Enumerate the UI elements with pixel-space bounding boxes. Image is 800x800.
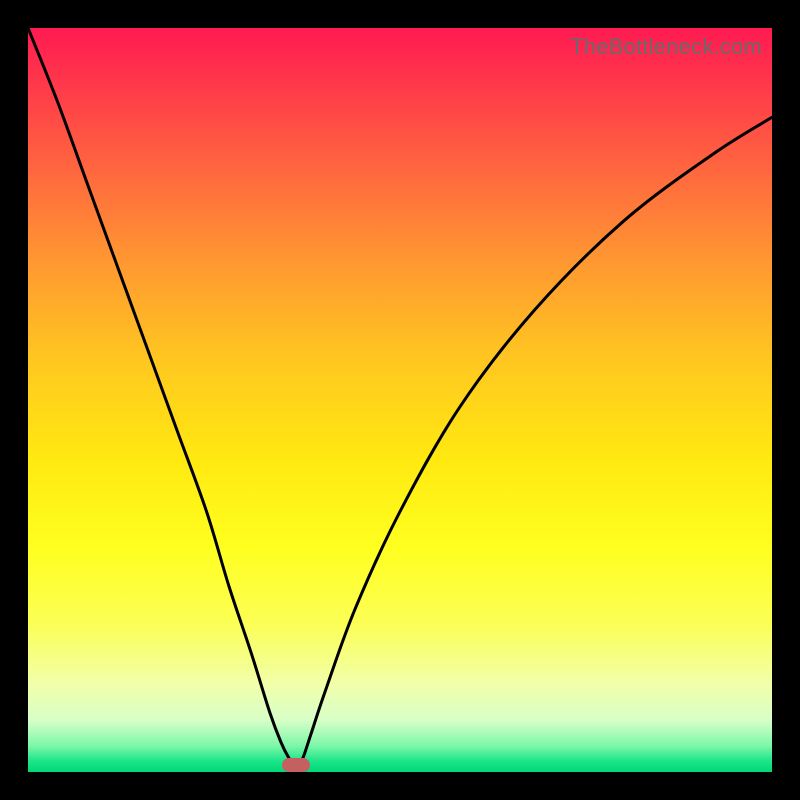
curve-svg <box>28 28 772 772</box>
chart-frame: TheBottleneck.com <box>0 0 800 800</box>
bottleneck-curve <box>28 28 772 765</box>
watermark-text: TheBottleneck.com <box>570 34 762 60</box>
plot-area: TheBottleneck.com <box>28 28 772 772</box>
optimal-point-marker <box>282 758 310 772</box>
